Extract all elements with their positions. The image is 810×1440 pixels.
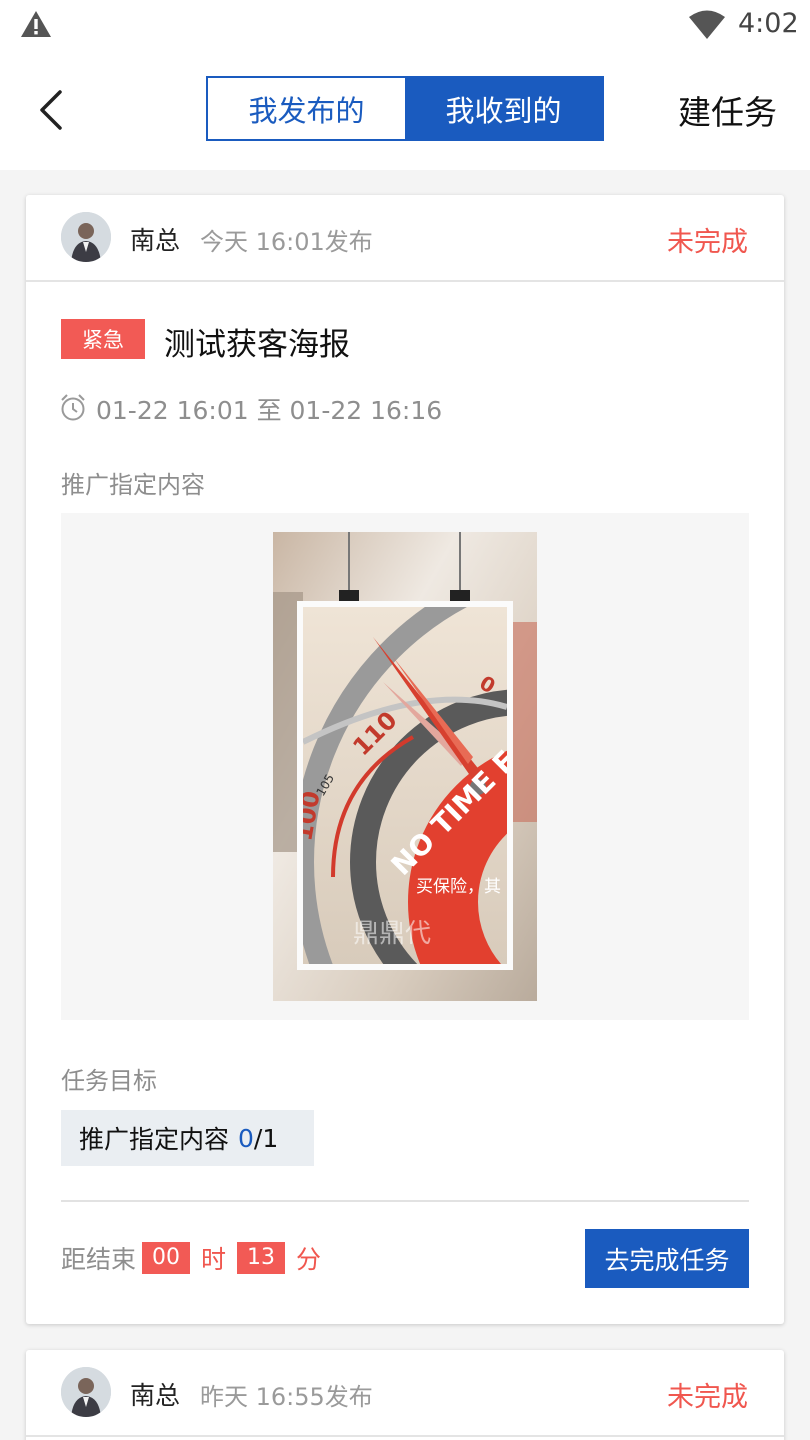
status-badge: 未完成: [667, 227, 748, 258]
countdown-hours: 00: [142, 1242, 191, 1274]
status-badge: 未完成: [667, 1382, 748, 1413]
goal-total: /1: [253, 1123, 279, 1153]
warning-icon: [21, 11, 51, 37]
alarm-clock-icon: [61, 394, 85, 421]
priority-tag: 紧急: [61, 319, 145, 359]
publish-time: 昨天 16:55发布: [200, 1383, 373, 1411]
task-time-range: 01-22 16:01 至 01-22 16:16: [96, 396, 443, 425]
task-card[interactable]: 南总 昨天 16:55发布 未完成: [26, 1350, 784, 1440]
tab-switcher: 我发布的 我收到的: [206, 76, 604, 141]
svg-text:买保险，其: 买保险，其: [416, 877, 501, 897]
back-arrow-icon[interactable]: [34, 88, 70, 132]
goal-name: 推广指定内容: [79, 1125, 230, 1154]
avatar: [61, 212, 111, 262]
complete-task-button[interactable]: 去完成任务: [585, 1229, 749, 1288]
tab-published[interactable]: 我发布的: [208, 78, 405, 139]
goal-section-label: 任务目标: [61, 1067, 157, 1095]
countdown: 距结束 00 时 13 分: [61, 1241, 332, 1275]
card-header: 南总 今天 16:01发布 未完成: [26, 195, 784, 282]
publish-time: 今天 16:01发布: [200, 228, 373, 256]
avatar: [61, 1367, 111, 1417]
content-section-label: 推广指定内容: [61, 471, 205, 499]
publisher-name: 南总: [130, 226, 181, 255]
nav-bar: 我发布的 我收到的 建任务: [0, 52, 810, 170]
svg-text:鼎鼎代: 鼎鼎代: [353, 919, 431, 949]
divider: [61, 1200, 749, 1202]
content-preview: 110 100 0 105 NO TIME FO 买保险，其 鼎鼎代: [61, 513, 749, 1020]
countdown-hours-unit: 时: [201, 1245, 227, 1274]
task-title: 测试获客海报: [164, 327, 350, 363]
clock: 4:02: [738, 8, 799, 39]
goal-chip: 推广指定内容 0 /1: [61, 1110, 314, 1166]
countdown-minutes-unit: 分: [296, 1245, 322, 1274]
task-card[interactable]: 南总 今天 16:01发布 未完成 紧急 测试获客海报 01-22 16:01 …: [26, 195, 784, 1324]
goal-done-count: 0: [238, 1123, 254, 1153]
tab-received[interactable]: 我收到的: [405, 78, 602, 139]
wifi-icon: [689, 10, 725, 39]
create-task-button[interactable]: 建任务: [678, 86, 777, 134]
countdown-minutes: 13: [237, 1242, 286, 1274]
status-bar: 4:02: [0, 0, 810, 52]
card-header: 南总 昨天 16:55发布 未完成: [26, 1350, 784, 1437]
countdown-label: 距结束: [61, 1245, 137, 1274]
poster-image[interactable]: 110 100 0 105 NO TIME FO 买保险，其 鼎鼎代: [273, 532, 537, 1001]
publisher-name: 南总: [130, 1381, 181, 1410]
